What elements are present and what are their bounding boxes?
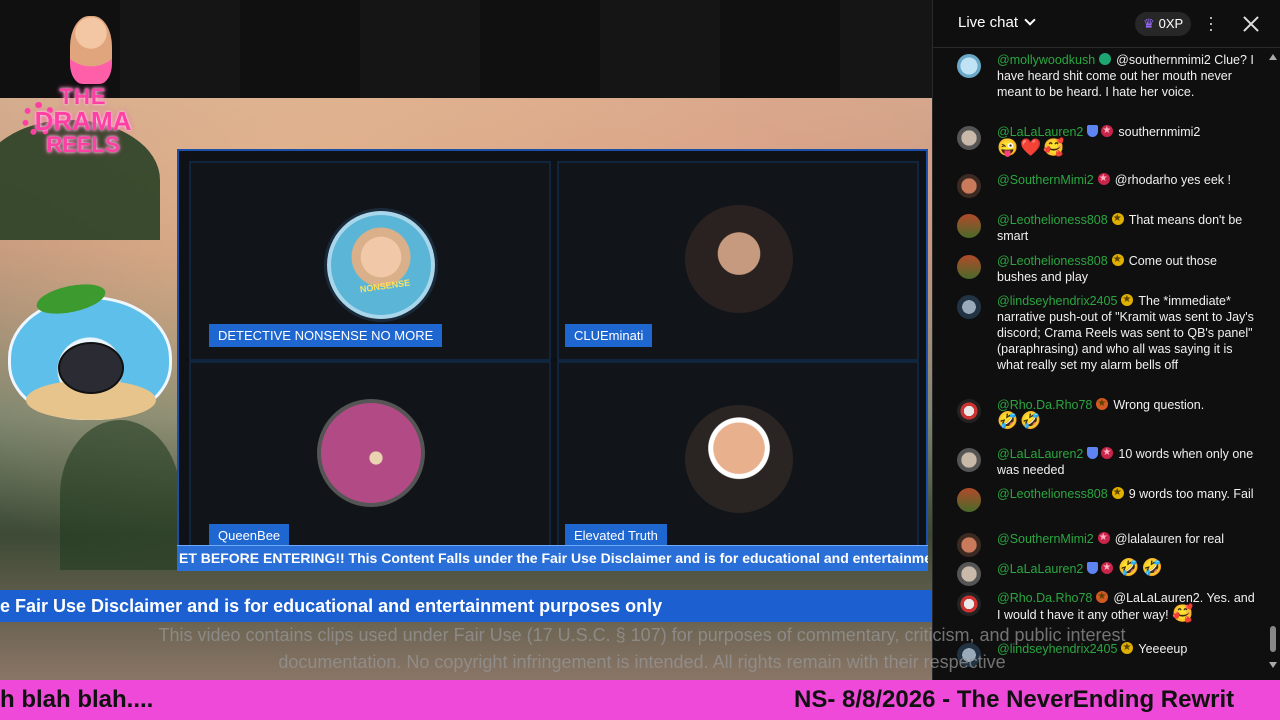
gold-badge-icon xyxy=(1111,252,1124,268)
guest-tile[interactable]: Elevated Truth xyxy=(557,361,919,561)
user-avatar[interactable] xyxy=(957,54,981,78)
message-author[interactable]: @lindseyhendrix2405 xyxy=(997,294,1117,308)
guest-name-label: CLUEminati xyxy=(565,324,653,347)
message-author[interactable]: @Leothelioness808 xyxy=(997,487,1108,501)
message-text: southernmimi2 xyxy=(1118,125,1201,139)
outer-ticker-text: e Fair Use Disclaimer and is for educati… xyxy=(0,596,663,616)
gold-badge-icon xyxy=(1111,485,1124,501)
message-emoji: 🥰 xyxy=(1172,604,1196,623)
logo-figure xyxy=(70,16,112,84)
scroll-down-icon[interactable] xyxy=(1269,662,1277,668)
palm-tree xyxy=(60,420,180,570)
message-author[interactable]: @Leothelioness808 xyxy=(997,213,1108,227)
bottom-ticker-left: h blah blah.... xyxy=(0,686,154,713)
guest-avatar xyxy=(317,399,425,507)
chat-scrollbar[interactable] xyxy=(1269,52,1277,670)
message-emoji: 🤣🤣 xyxy=(1118,558,1165,577)
more-options-icon[interactable]: · · · xyxy=(1206,8,1216,38)
bottom-ticker-right: NS- 8/8/2026 - The NeverEnding Rewrit xyxy=(794,686,1235,713)
logo-line3: REELS xyxy=(46,132,120,157)
member-badge-icon xyxy=(1096,396,1109,412)
message-author[interactable]: @SouthernMimi2 xyxy=(997,532,1094,546)
chat-title: Live chat xyxy=(958,14,1019,31)
fair-use-disclaimer: This video contains clips used under Fai… xyxy=(158,625,1126,672)
chat-message-list[interactable]: @mollywoodkush @southernmimi2 Clue? I hav… xyxy=(933,48,1265,670)
user-avatar[interactable] xyxy=(957,174,981,198)
message-text: @lalalauren for real xyxy=(1114,532,1225,546)
user-avatar[interactable] xyxy=(957,562,981,586)
user-avatar[interactable] xyxy=(957,255,981,279)
message-author[interactable]: @Rho.Da.Rho78 xyxy=(997,591,1092,605)
user-avatar[interactable] xyxy=(957,592,981,616)
guest-tile[interactable]: NONSENSE DETECTIVE NONSENSE NO MORE xyxy=(189,161,551,361)
message-text: @rhodarho yes eek ! xyxy=(1114,173,1231,187)
crown-icon: ♛ xyxy=(1143,16,1155,31)
xp-badge[interactable]: ♛ 0XP xyxy=(1135,12,1192,36)
member-badge-icon xyxy=(1096,589,1109,605)
guest-avatar xyxy=(685,205,793,313)
guest-name-label: Elevated Truth xyxy=(565,524,667,547)
live-chat-panel: Live chat ♛ 0XP · · · @mollywoodkush @southe… xyxy=(932,0,1280,680)
guest-panel: NONSENSE DETECTIVE NONSENSE NO MORE CLUE… xyxy=(177,149,928,571)
user-avatar[interactable] xyxy=(957,214,981,238)
guest-name-label: QueenBee xyxy=(209,524,290,547)
message-emoji: 😜❤️🥰 xyxy=(997,138,1067,157)
message-author[interactable]: @Leothelioness808 xyxy=(997,254,1108,268)
member-badge-icon xyxy=(1097,171,1110,187)
member-badge-icon xyxy=(1101,445,1114,461)
message-emoji: 🤣🤣 xyxy=(997,411,1044,430)
moderator-shield-icon xyxy=(1087,125,1099,137)
scroll-thumb[interactable] xyxy=(1270,626,1276,652)
outer-ticker: e Fair Use Disclaimer and is for educati… xyxy=(0,590,932,622)
guest-tile[interactable]: QueenBee xyxy=(189,361,551,561)
user-avatar[interactable] xyxy=(957,399,981,423)
chat-header: Live chat ♛ 0XP · · · xyxy=(933,0,1280,48)
message-text: Wrong question. xyxy=(1113,398,1205,412)
user-avatar[interactable] xyxy=(957,448,981,472)
guest-avatar: NONSENSE xyxy=(327,211,435,319)
chat-mode-dropdown[interactable]: Live chat xyxy=(958,14,1036,31)
chevron-down-icon xyxy=(1024,14,1036,26)
stream-video[interactable]: THE DRAMA REELS NONSENSE DETECTIVE NONSE… xyxy=(0,0,932,680)
user-avatar[interactable] xyxy=(957,533,981,557)
guest-tile[interactable]: CLUEminati xyxy=(557,161,919,361)
scorpion-island-badge xyxy=(6,279,174,434)
scroll-up-icon[interactable] xyxy=(1269,54,1277,60)
message-text: 9 words too many. Fail xyxy=(1128,487,1254,501)
guest-avatar xyxy=(685,405,793,513)
gold-badge-icon xyxy=(1111,211,1124,227)
user-avatar[interactable] xyxy=(957,126,981,150)
bottom-ticker: h blah blah.... NS- 8/8/2026 - The Never… xyxy=(0,680,1280,720)
message-author[interactable]: @Rho.Da.Rho78 xyxy=(997,398,1092,412)
guest-name-label: DETECTIVE NONSENSE NO MORE xyxy=(209,324,443,347)
xp-label: 0XP xyxy=(1158,16,1184,31)
scorpion-icon xyxy=(60,344,122,392)
member-badge-icon xyxy=(1101,123,1114,139)
member-badge-icon xyxy=(1097,530,1110,546)
message-author[interactable]: @LaLaLauren2 xyxy=(997,447,1083,461)
avatar-nonsense-text: NONSENSE xyxy=(359,277,411,295)
moderator-shield-icon xyxy=(1087,447,1099,459)
user-avatar[interactable] xyxy=(957,488,981,512)
gold-badge-icon xyxy=(1121,292,1134,308)
member-badge-icon xyxy=(1099,53,1112,65)
message-author[interactable]: @mollywoodkush xyxy=(997,53,1095,67)
inner-ticker-text: ET BEFORE ENTERING!! This Content Falls … xyxy=(179,550,928,566)
message-author[interactable]: @LaLaLauren2 xyxy=(997,125,1083,139)
moderator-shield-icon xyxy=(1087,562,1099,574)
message-author[interactable]: @SouthernMimi2 xyxy=(997,173,1094,187)
user-avatar[interactable] xyxy=(957,295,981,319)
member-badge-icon xyxy=(1101,560,1114,576)
channel-logo: THE DRAMA REELS xyxy=(18,14,148,157)
inner-ticker: ET BEFORE ENTERING!! This Content Falls … xyxy=(177,545,928,571)
message-author[interactable]: @LaLaLauren2 xyxy=(997,562,1083,576)
close-icon[interactable] xyxy=(1241,14,1261,34)
